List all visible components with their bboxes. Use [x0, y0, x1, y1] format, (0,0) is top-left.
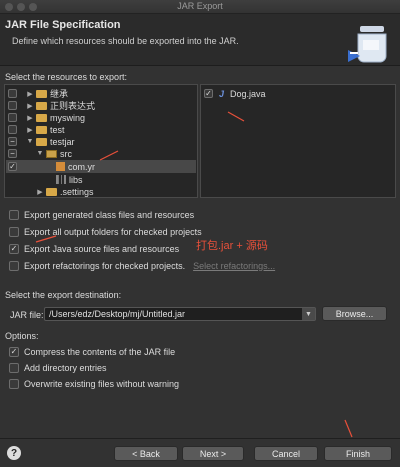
annotation-arrow: [99, 150, 119, 161]
annotation-arrow: [227, 111, 245, 122]
annotation-arrow: [35, 235, 57, 243]
annotation-arrow: [344, 419, 353, 438]
red-annotation-arrows: [35, 111, 353, 438]
